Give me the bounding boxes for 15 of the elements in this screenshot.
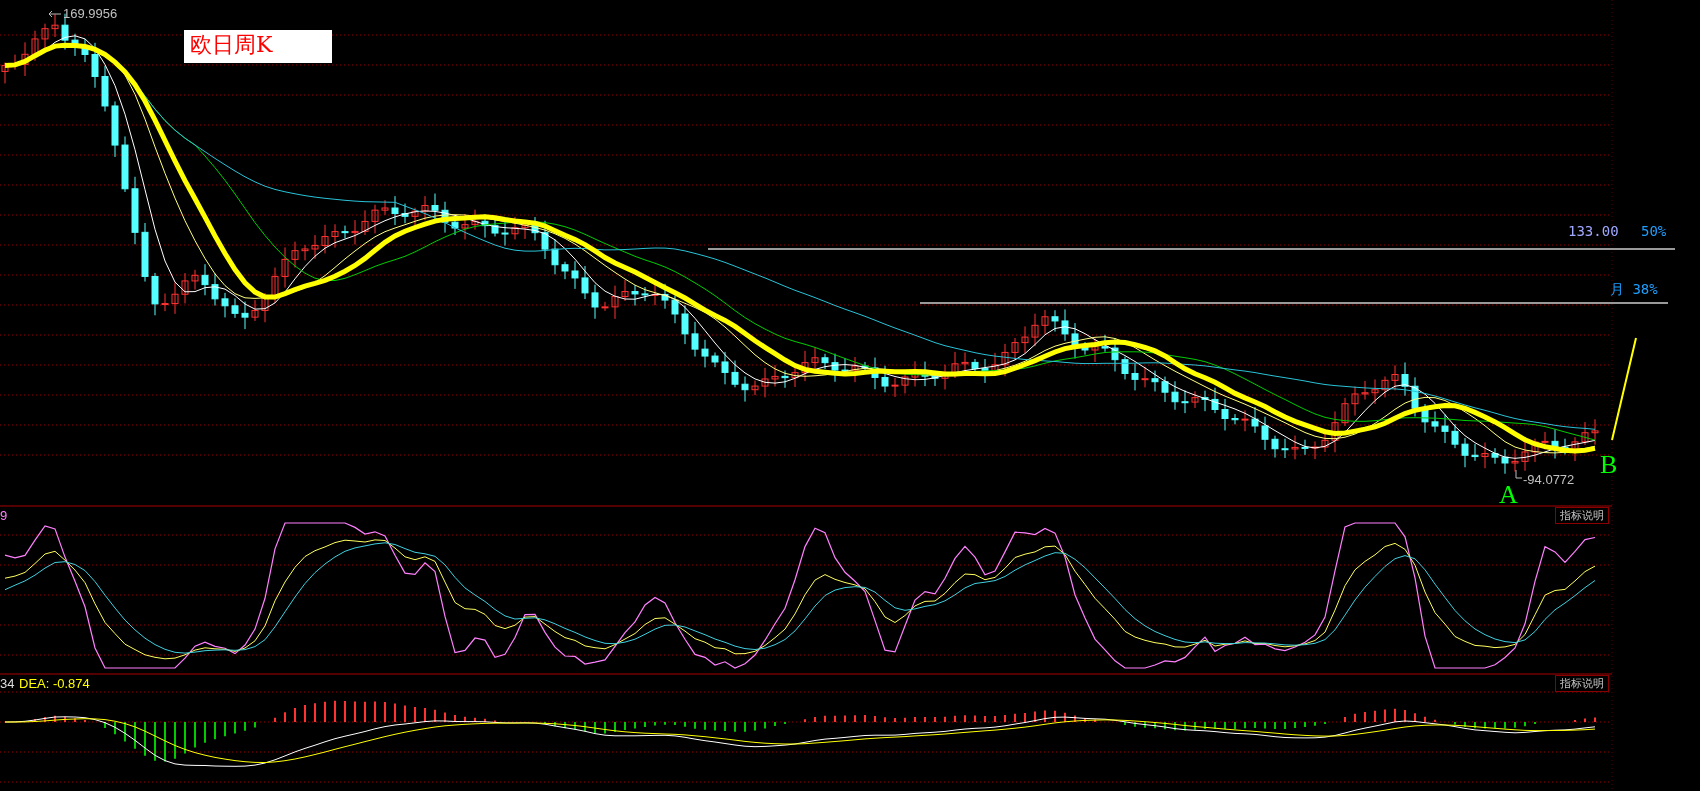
point-label: B <box>1600 452 1618 478</box>
chart-title: 欧日周K <box>184 30 332 63</box>
indicator-help-button[interactable]: 指标说明 <box>1555 675 1609 692</box>
indicator-label: 9 <box>0 509 8 522</box>
level-ratio: 50% <box>1641 224 1667 238</box>
low-price-label: -94.0772 <box>1523 473 1575 486</box>
high-price-label: 169.9956 <box>63 7 118 20</box>
dea-value: DEA: -0.874 <box>19 677 90 690</box>
level-ratio: 月 38% <box>1610 282 1658 296</box>
indicator-help-button[interactable]: 指标说明 <box>1555 507 1609 524</box>
indicator-label: 34 <box>0 677 15 690</box>
leader-line <box>1515 470 1523 479</box>
level-price: 133.00 <box>1568 224 1619 238</box>
point-label: A <box>1499 482 1518 508</box>
arrow-icon <box>48 10 62 18</box>
